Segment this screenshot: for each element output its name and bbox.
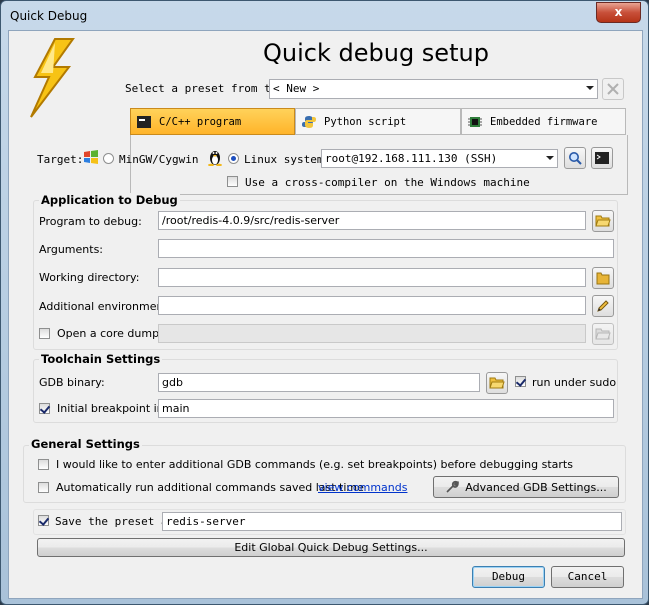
delete-preset-button[interactable]: [602, 78, 624, 100]
linux-system-combo[interactable]: root@192.168.111.130 (SSH): [321, 149, 558, 168]
browse-core-dump-button[interactable]: [592, 323, 614, 345]
tab-label: Embedded firmware: [490, 115, 598, 128]
preset-combo[interactable]: < New >: [269, 79, 598, 99]
program-label: Program to debug:: [39, 215, 142, 228]
linux-system-value: root@192.168.111.130 (SSH): [325, 152, 498, 165]
preset-value: < New >: [273, 82, 320, 95]
windows-logo-icon: [84, 150, 98, 164]
chevron-down-icon: [546, 156, 554, 160]
target-label: Target:: [37, 153, 84, 166]
environment-label: Additional environment:: [39, 300, 172, 313]
quick-debug-window: Quick Debug x Quick debug setup Select a…: [0, 0, 649, 605]
cross-compiler-checkbox[interactable]: [227, 176, 238, 187]
linux-penguin-icon: [208, 151, 222, 166]
run-under-sudo-label: run under sudo: [532, 376, 617, 389]
tab-python-script[interactable]: Python script: [295, 108, 461, 135]
open-terminal-button[interactable]: [591, 147, 613, 169]
open-folder-icon: [595, 215, 611, 227]
save-preset-label: Save the preset as: [55, 515, 175, 528]
initial-breakpoint-label: Initial breakpoint in:: [57, 402, 168, 415]
gdb-binary-input[interactable]: gdb: [158, 373, 480, 392]
close-window-button[interactable]: x: [596, 2, 641, 23]
close-icon: x: [614, 5, 623, 19]
chip-icon: [468, 116, 482, 127]
extra-commands-checkbox[interactable]: [38, 459, 49, 470]
mingw-label: MinGW/Cygwin: [119, 153, 199, 166]
advanced-gdb-settings-button[interactable]: Advanced GDB Settings...: [433, 476, 619, 498]
folder-icon: [596, 272, 610, 285]
extra-commands-label: I would like to enter additional GDB com…: [56, 458, 573, 471]
wrench-icon: [446, 480, 460, 493]
program-input[interactable]: /root/redis-4.0.9/src/redis-server: [158, 211, 586, 230]
browse-ssh-button[interactable]: [564, 147, 586, 169]
pencil-icon: [597, 300, 609, 312]
browse-workdir-button[interactable]: [592, 267, 614, 289]
tab-label: C/C++ program: [159, 115, 242, 128]
gdb-binary-label: GDB binary:: [39, 376, 105, 389]
linux-radio[interactable]: [228, 153, 239, 164]
app-group-title: Application to Debug: [39, 193, 180, 207]
general-group-title: General Settings: [29, 437, 142, 451]
cpp-terminal-icon: [137, 115, 151, 128]
advanced-gdb-settings-label: Advanced GDB Settings...: [465, 480, 607, 494]
save-preset-input[interactable]: redis-server: [162, 512, 622, 531]
python-icon: [302, 115, 316, 128]
window-title: Quick Debug: [10, 9, 88, 23]
page-title: Quick debug setup: [263, 39, 489, 67]
search-icon: [569, 152, 582, 165]
close-icon: [607, 83, 619, 95]
tab-embedded-firmware[interactable]: Embedded firmware: [461, 108, 626, 135]
view-commands-link[interactable]: view commands: [318, 481, 407, 494]
auto-run-checkbox[interactable]: [38, 482, 49, 493]
mingw-radio[interactable]: [103, 153, 114, 164]
chevron-down-icon: [586, 86, 594, 90]
workdir-label: Working directory:: [39, 271, 140, 284]
tab-label: Python script: [324, 115, 407, 128]
core-dump-checkbox[interactable]: [39, 328, 50, 339]
save-preset-checkbox[interactable]: [38, 515, 49, 526]
initial-breakpoint-checkbox[interactable]: [39, 403, 50, 414]
browse-gdb-button[interactable]: [486, 372, 508, 394]
open-folder-icon: [595, 328, 611, 340]
lightning-logo-icon: [30, 38, 75, 118]
initial-breakpoint-input[interactable]: main: [158, 399, 614, 418]
dialog-client: Quick debug setup Select a preset from t…: [8, 30, 643, 599]
preset-label: Select a preset from the: [125, 82, 284, 95]
tab-cpp-program[interactable]: C/C++ program: [130, 108, 295, 135]
environment-input[interactable]: [158, 296, 586, 315]
browse-program-button[interactable]: [592, 210, 614, 232]
edit-global-settings-button[interactable]: Edit Global Quick Debug Settings...: [37, 538, 625, 557]
terminal-icon: [595, 152, 609, 164]
open-folder-icon: [489, 377, 505, 389]
arguments-label: Arguments:: [39, 243, 104, 256]
cross-compiler-label: Use a cross-compiler on the Windows mach…: [245, 176, 530, 189]
core-dump-label: Open a core dump:: [57, 327, 163, 340]
workdir-input[interactable]: [158, 268, 586, 287]
core-dump-input[interactable]: [158, 324, 586, 343]
debug-button[interactable]: Debug: [472, 566, 545, 588]
title-bar: Quick Debug x: [1, 1, 648, 31]
linux-label: Linux system:: [244, 153, 331, 166]
run-under-sudo-checkbox[interactable]: [515, 376, 526, 387]
cancel-button[interactable]: Cancel: [551, 566, 624, 588]
edit-environment-button[interactable]: [592, 295, 614, 317]
arguments-input[interactable]: [158, 239, 614, 258]
toolchain-group-title: Toolchain Settings: [39, 352, 163, 366]
